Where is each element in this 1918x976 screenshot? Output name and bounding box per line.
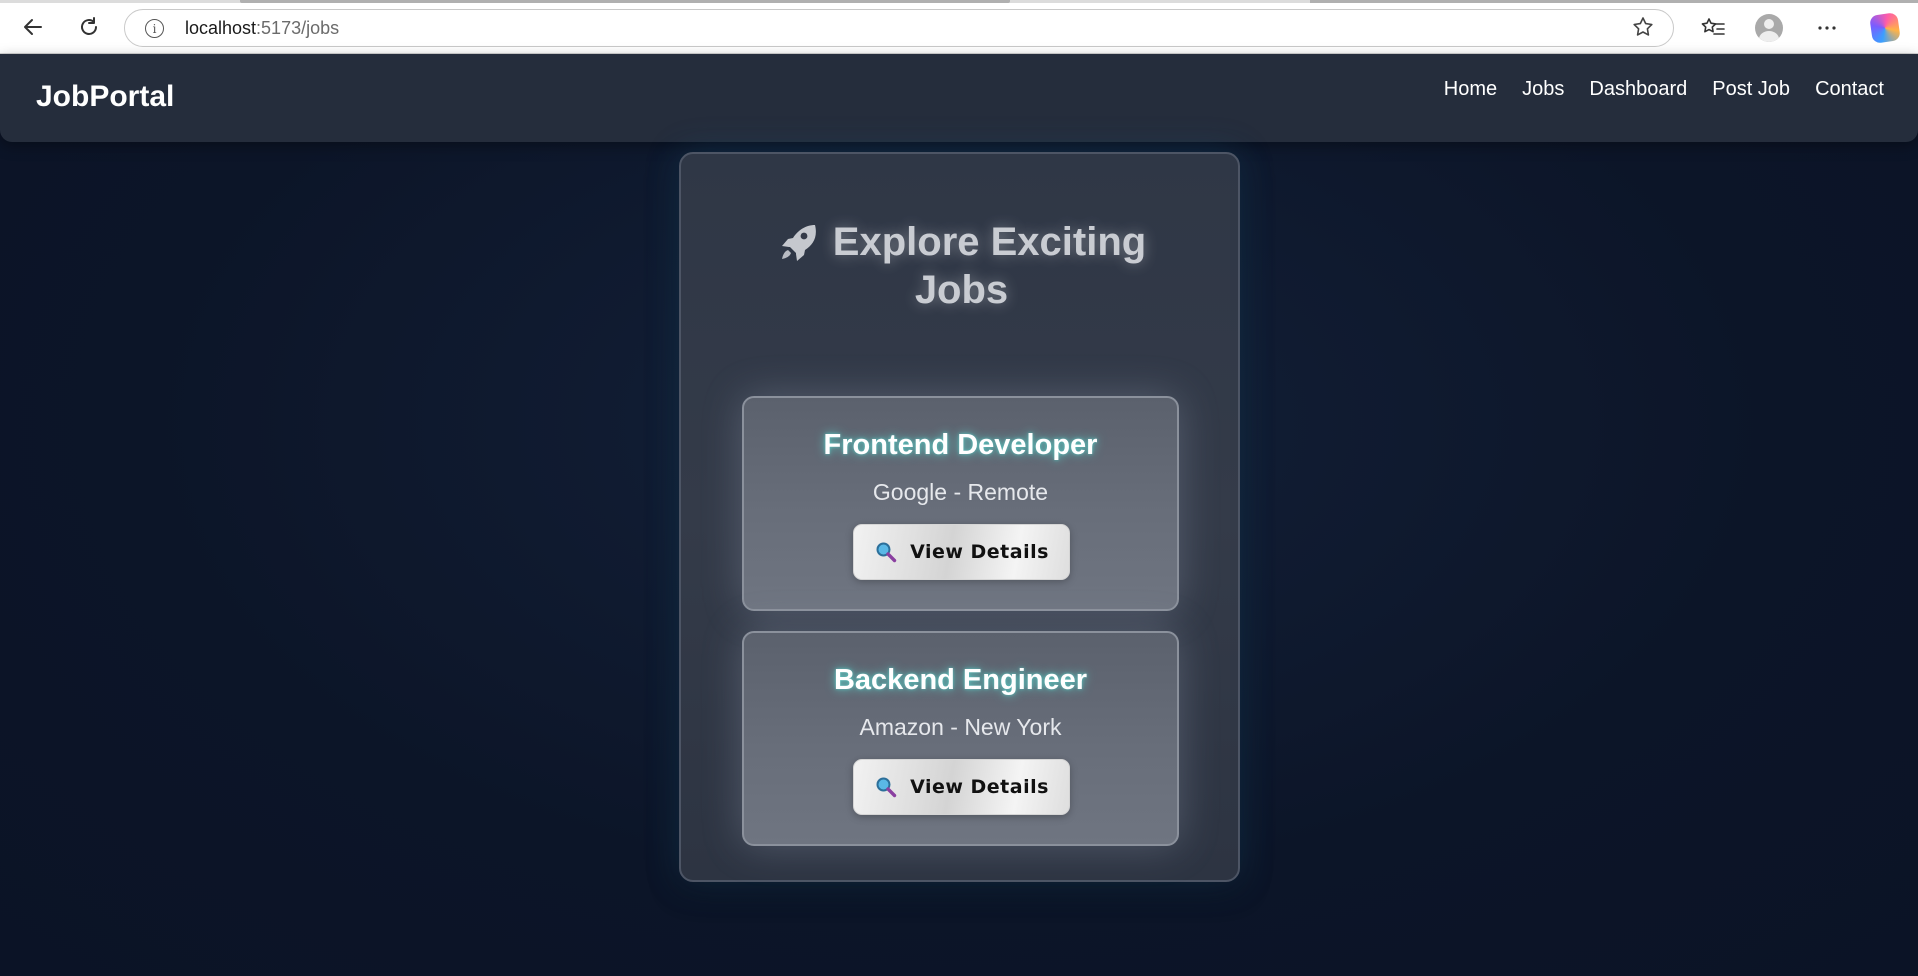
job-company-location: Google - Remote <box>872 479 1049 505</box>
nav-link-dashboard[interactable]: Dashboard <box>1589 78 1687 101</box>
nav-link-contact[interactable]: Contact <box>1815 78 1884 101</box>
job-title: Backend Engineer <box>833 664 1088 696</box>
brand-logo[interactable]: JobPortal <box>36 80 174 114</box>
back-arrow-icon[interactable] <box>18 12 48 42</box>
view-details-button[interactable]: View Details <box>853 759 1070 815</box>
jobs-panel: Explore Exciting Jobs Frontend Developer… <box>679 152 1240 882</box>
rocket-icon <box>777 221 819 263</box>
page-content: JobPortal Home Jobs Dashboard Post Job C… <box>0 54 1918 976</box>
nav-link-home[interactable]: Home <box>1444 78 1497 101</box>
address-bar[interactable]: i localhost:5173/jobs <box>124 9 1674 47</box>
view-details-label: View Details <box>910 541 1049 563</box>
favorites-icon[interactable] <box>1697 12 1729 44</box>
page-title: Explore Exciting Jobs <box>681 218 1242 314</box>
tab-strip <box>0 0 1918 3</box>
title-line-2: Jobs <box>914 268 1009 312</box>
job-card: Frontend Developer Google - Remote View … <box>742 396 1179 611</box>
nav-link-post-job[interactable]: Post Job <box>1712 78 1790 101</box>
star-icon[interactable] <box>1631 15 1655 45</box>
view-details-label: View Details <box>910 776 1049 798</box>
more-icon[interactable] <box>1811 12 1843 44</box>
nav-link-jobs[interactable]: Jobs <box>1522 78 1564 101</box>
job-card: Backend Engineer Amazon - New York View … <box>742 631 1179 846</box>
app-navbar: JobPortal Home Jobs Dashboard Post Job C… <box>0 54 1918 142</box>
site-info-icon[interactable]: i <box>145 19 164 38</box>
job-title: Frontend Developer <box>823 429 1098 461</box>
view-details-button[interactable]: View Details <box>853 524 1070 580</box>
job-company-location: Amazon - New York <box>859 714 1062 740</box>
magnifier-icon <box>874 775 898 799</box>
profile-icon[interactable] <box>1753 12 1785 44</box>
reload-icon[interactable] <box>74 12 104 42</box>
magnifier-icon <box>874 540 898 564</box>
url-text[interactable]: localhost:5173/jobs <box>185 18 339 39</box>
nav-links: Home Jobs Dashboard Post Job Contact <box>1444 78 1884 101</box>
title-line-1: Explore Exciting <box>832 220 1147 264</box>
browser-toolbar: i localhost:5173/jobs <box>0 0 1918 54</box>
copilot-icon[interactable] <box>1869 12 1901 44</box>
